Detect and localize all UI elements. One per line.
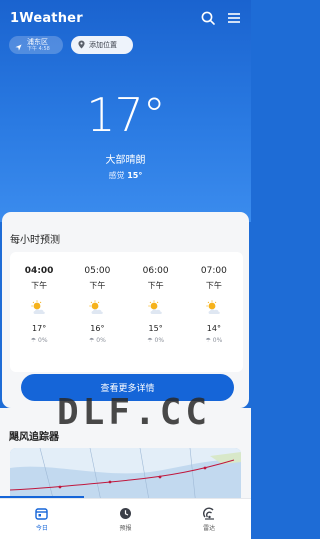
hourly-item[interactable]: 07:00 下午 14° ☂ 0% bbox=[194, 266, 234, 372]
partly-sunny-icon bbox=[205, 300, 223, 316]
hour-precip: ☂ 0% bbox=[194, 337, 234, 344]
partly-sunny-icon bbox=[30, 300, 48, 316]
partly-sunny-icon bbox=[147, 300, 165, 316]
tab-today[interactable]: 今日 bbox=[0, 499, 84, 539]
feels-like-label: 感觉 bbox=[108, 171, 125, 180]
watermark: DLF.CC bbox=[57, 392, 212, 433]
add-location-button[interactable]: 添加位置 bbox=[71, 36, 133, 54]
add-location-label: 添加位置 bbox=[89, 41, 117, 49]
app-logo: 1Weather bbox=[10, 11, 83, 26]
hour-temperature: 14° bbox=[206, 324, 221, 333]
bottom-tab-bar: 今日 预报 雷达 bbox=[0, 498, 251, 539]
hour-precip-value: 0% bbox=[96, 337, 106, 344]
hurricane-tracker-title: 飓风追踪器 bbox=[9, 432, 59, 443]
hourly-list[interactable]: 04:00 下午 17° ☂ 0% 05:00 下午 16° ☂ 0% 06:0… bbox=[10, 252, 243, 372]
hour-temperature: 16° bbox=[90, 324, 105, 333]
partly-sunny-icon bbox=[88, 300, 106, 316]
hour-precip: ☂ 0% bbox=[77, 337, 117, 344]
hour-temperature: 15° bbox=[148, 324, 163, 333]
pin-icon bbox=[78, 40, 85, 51]
radar-icon bbox=[202, 505, 216, 520]
location-time: 下午 4:58 bbox=[27, 45, 50, 52]
tab-label: 今日 bbox=[35, 525, 48, 532]
current-location-chip[interactable]: 浦东区 下午 4:58 bbox=[9, 36, 63, 54]
tab-radar[interactable]: 雷达 bbox=[167, 499, 251, 539]
umbrella-icon: ☂ bbox=[147, 337, 153, 344]
hour-precip-value: 0% bbox=[154, 337, 165, 344]
weather-hero: 1Weather 浦东区 下午 4:58 添加位置 17° 大部晴朗 感觉 15… bbox=[0, 0, 251, 222]
menu-icon[interactable] bbox=[226, 10, 242, 26]
hour-period: 下午 bbox=[205, 281, 222, 290]
hour-period: 下午 bbox=[31, 281, 48, 290]
hour-precip-value: 0% bbox=[38, 337, 48, 344]
current-temperature: 17° bbox=[86, 88, 166, 142]
hour-precip: ☂ 0% bbox=[136, 337, 176, 344]
calendar-icon bbox=[35, 505, 49, 520]
hour-period: 下午 bbox=[147, 281, 164, 290]
top-actions bbox=[200, 10, 242, 26]
tab-label: 雷达 bbox=[203, 525, 216, 532]
hour-temperature: 17° bbox=[32, 324, 47, 333]
hour-precip-value: 0% bbox=[212, 337, 223, 344]
hourly-item[interactable]: 04:00 下午 17° ☂ 0% bbox=[19, 266, 59, 372]
hour-time: 05:00 bbox=[84, 266, 111, 276]
feels-like: 感觉 15° bbox=[0, 170, 251, 181]
tab-forecast[interactable]: 预报 bbox=[84, 499, 168, 539]
hour-time: 07:00 bbox=[200, 266, 227, 276]
search-icon[interactable] bbox=[200, 10, 216, 26]
location-name: 浦东区 bbox=[27, 37, 48, 46]
current-condition: 大部晴朗 bbox=[105, 155, 146, 166]
umbrella-icon: ☂ bbox=[205, 337, 211, 344]
clock-icon bbox=[119, 505, 132, 519]
hour-time: 06:00 bbox=[142, 266, 169, 276]
umbrella-icon: ☂ bbox=[88, 337, 95, 344]
hour-precip: ☂ 0% bbox=[19, 337, 59, 344]
tab-label: 预报 bbox=[119, 525, 132, 532]
umbrella-icon: ☂ bbox=[30, 337, 37, 344]
location-arrow-icon bbox=[15, 36, 22, 55]
hour-time: 04:00 bbox=[24, 266, 54, 276]
hourly-item[interactable]: 05:00 下午 16° ☂ 0% bbox=[77, 266, 117, 372]
feels-like-value: 15° bbox=[127, 171, 143, 180]
hour-period: 下午 bbox=[89, 281, 106, 290]
hourly-forecast-card: 每小时预测 04:00 下午 17° ☂ 0% 05:00 下午 16° ☂ 0… bbox=[2, 212, 249, 408]
hourly-item[interactable]: 06:00 下午 15° ☂ 0% bbox=[136, 266, 176, 372]
hourly-title: 每小时预测 bbox=[10, 235, 60, 246]
